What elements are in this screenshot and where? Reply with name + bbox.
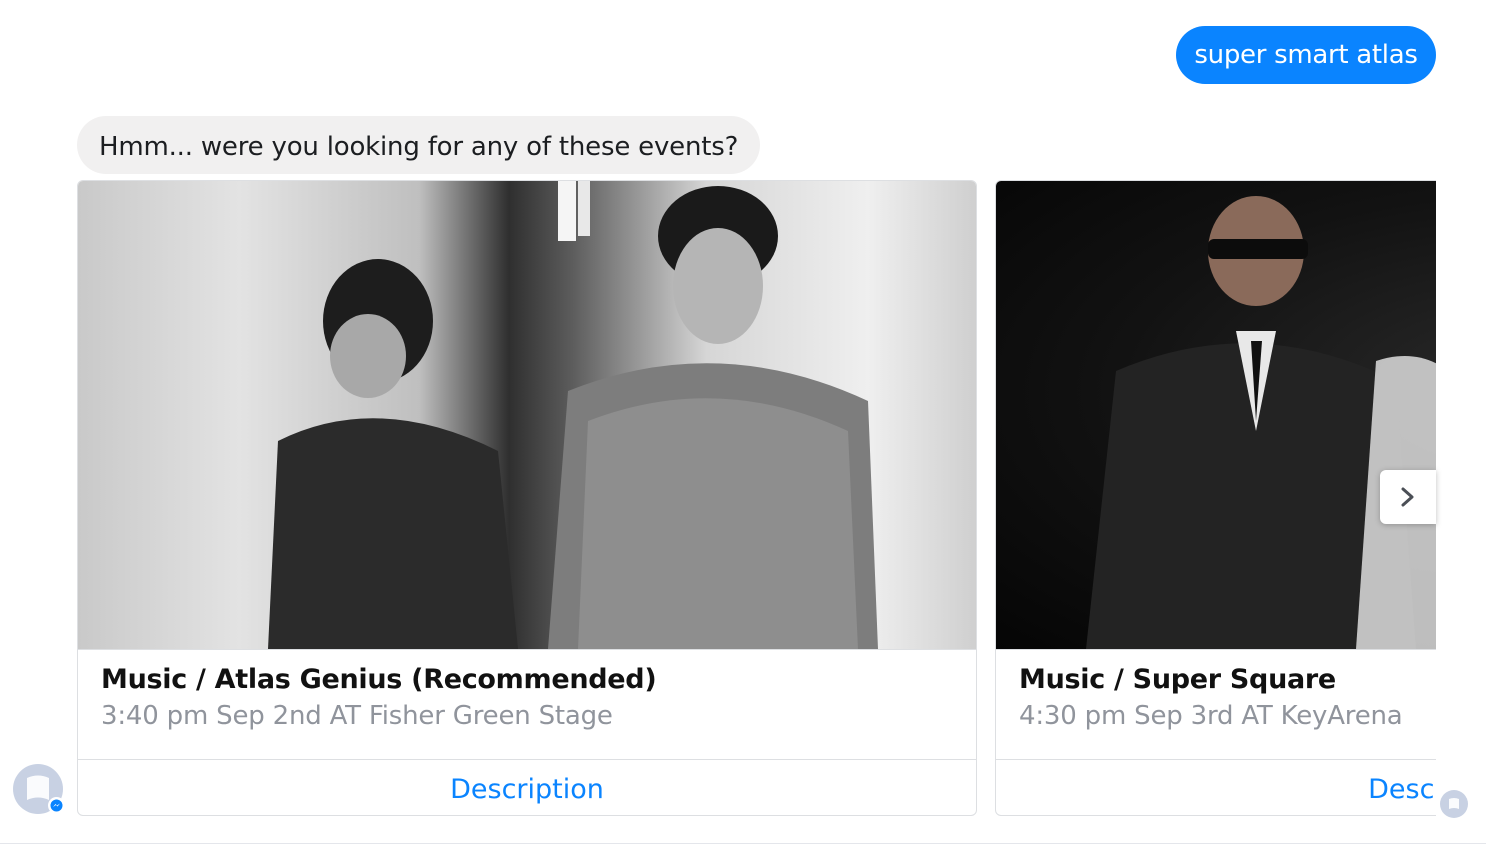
event-title: Music / Super Square <box>1019 664 1336 695</box>
bot-message-bubble: Hmm... were you looking for any of these… <box>77 116 761 174</box>
user-message-bubble: super smart atlas <box>1176 26 1436 84</box>
messenger-badge-icon <box>48 797 65 814</box>
description-button[interactable]: Description <box>996 759 1436 815</box>
event-card[interactable]: Music / Super Square 4:30 pm Sep 3rd AT … <box>995 180 1436 816</box>
description-button[interactable]: Description <box>78 759 976 815</box>
chevron-right-icon <box>1401 487 1414 507</box>
event-time-location: 4:30 pm Sep 3rd AT KeyArena <box>1019 701 1403 731</box>
carousel-next-button[interactable] <box>1380 470 1436 524</box>
event-title: Music / Atlas Genius (Recommended) <box>101 664 657 695</box>
divider <box>0 843 1486 844</box>
event-carousel: Music / Atlas Genius (Recommended) 3:40 … <box>77 180 1436 817</box>
event-photo <box>78 181 976 650</box>
event-photo <box>996 181 1436 650</box>
event-time-location: 3:40 pm Sep 2nd AT Fisher Green Stage <box>101 701 613 731</box>
performer-photo-illustration <box>1086 196 1436 649</box>
read-receipt-icon <box>1440 790 1468 818</box>
event-card[interactable]: Music / Atlas Genius (Recommended) 3:40 … <box>77 180 977 816</box>
band-photo-illustration <box>268 181 878 649</box>
